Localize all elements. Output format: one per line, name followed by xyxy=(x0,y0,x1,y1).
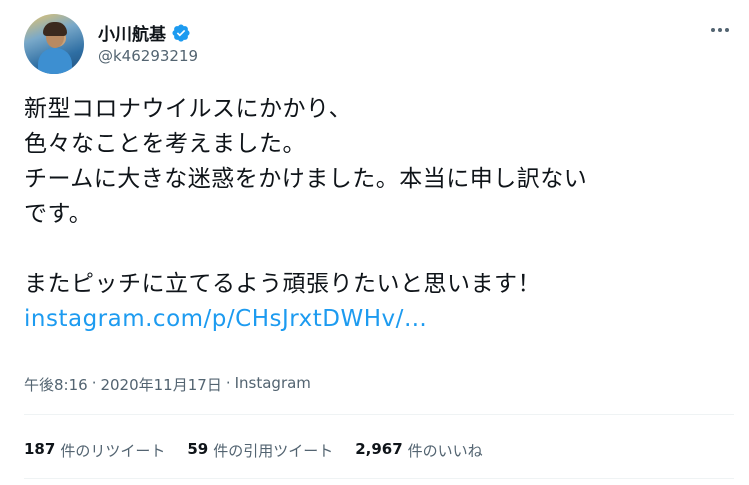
quotes-stat[interactable]: 59 件の引用ツイート xyxy=(187,440,333,461)
tweet-source[interactable]: Instagram xyxy=(235,374,311,395)
tweet-metadata: 午後8:16 · 2020年11月17日 · Instagram xyxy=(24,374,311,395)
quotes-count: 59 xyxy=(187,440,209,458)
likes-count: 2,967 xyxy=(355,440,403,458)
tweet-line: 新型コロナウイルスにかかり、 xyxy=(24,96,353,122)
divider xyxy=(24,414,734,415)
verified-badge-icon xyxy=(172,23,190,42)
retweets-count: 187 xyxy=(24,440,56,458)
quotes-label: 件の引用ツイート xyxy=(213,442,334,460)
display-name[interactable]: 小川航基 xyxy=(98,20,191,45)
divider xyxy=(24,478,734,479)
meta-separator: · xyxy=(91,374,97,392)
instagram-link[interactable]: instagram.com/p/CHsJrxtDWHv/… xyxy=(24,302,734,337)
avatar[interactable] xyxy=(24,14,84,74)
tweet-line: です。 xyxy=(24,201,93,227)
meta-separator: · xyxy=(225,374,231,392)
more-options-icon[interactable] xyxy=(706,18,734,42)
tweet-time[interactable]: 午後8:16 xyxy=(24,374,88,395)
tweet-line: またピッチに立てるよう頑張りたいと思います！ xyxy=(24,271,541,297)
likes-stat[interactable]: 2,967 件のいいね xyxy=(355,440,482,461)
display-name-text: 小川航基 xyxy=(98,25,166,45)
retweets-label: 件のリツイート xyxy=(60,442,166,460)
avatar-figure-hair xyxy=(43,22,67,36)
avatar-figure-body xyxy=(38,48,72,74)
tweet-line: 色々なことを考えました。 xyxy=(24,131,306,157)
engagement-stats: 187 件のリツイート 59 件の引用ツイート 2,967 件のいいね xyxy=(24,440,483,461)
tweet-date[interactable]: 2020年11月17日 xyxy=(100,374,221,395)
tweet-line: チームに大きな迷惑をかけました。本当に申し訳ない xyxy=(24,166,588,192)
retweets-stat[interactable]: 187 件のリツイート xyxy=(24,440,165,461)
user-handle[interactable]: @k46293219 xyxy=(98,47,198,65)
tweet-text: 新型コロナウイルスにかかり、 色々なことを考えました。 チームに大きな迷惑をかけ… xyxy=(24,92,734,337)
likes-label: 件のいいね xyxy=(407,442,483,460)
